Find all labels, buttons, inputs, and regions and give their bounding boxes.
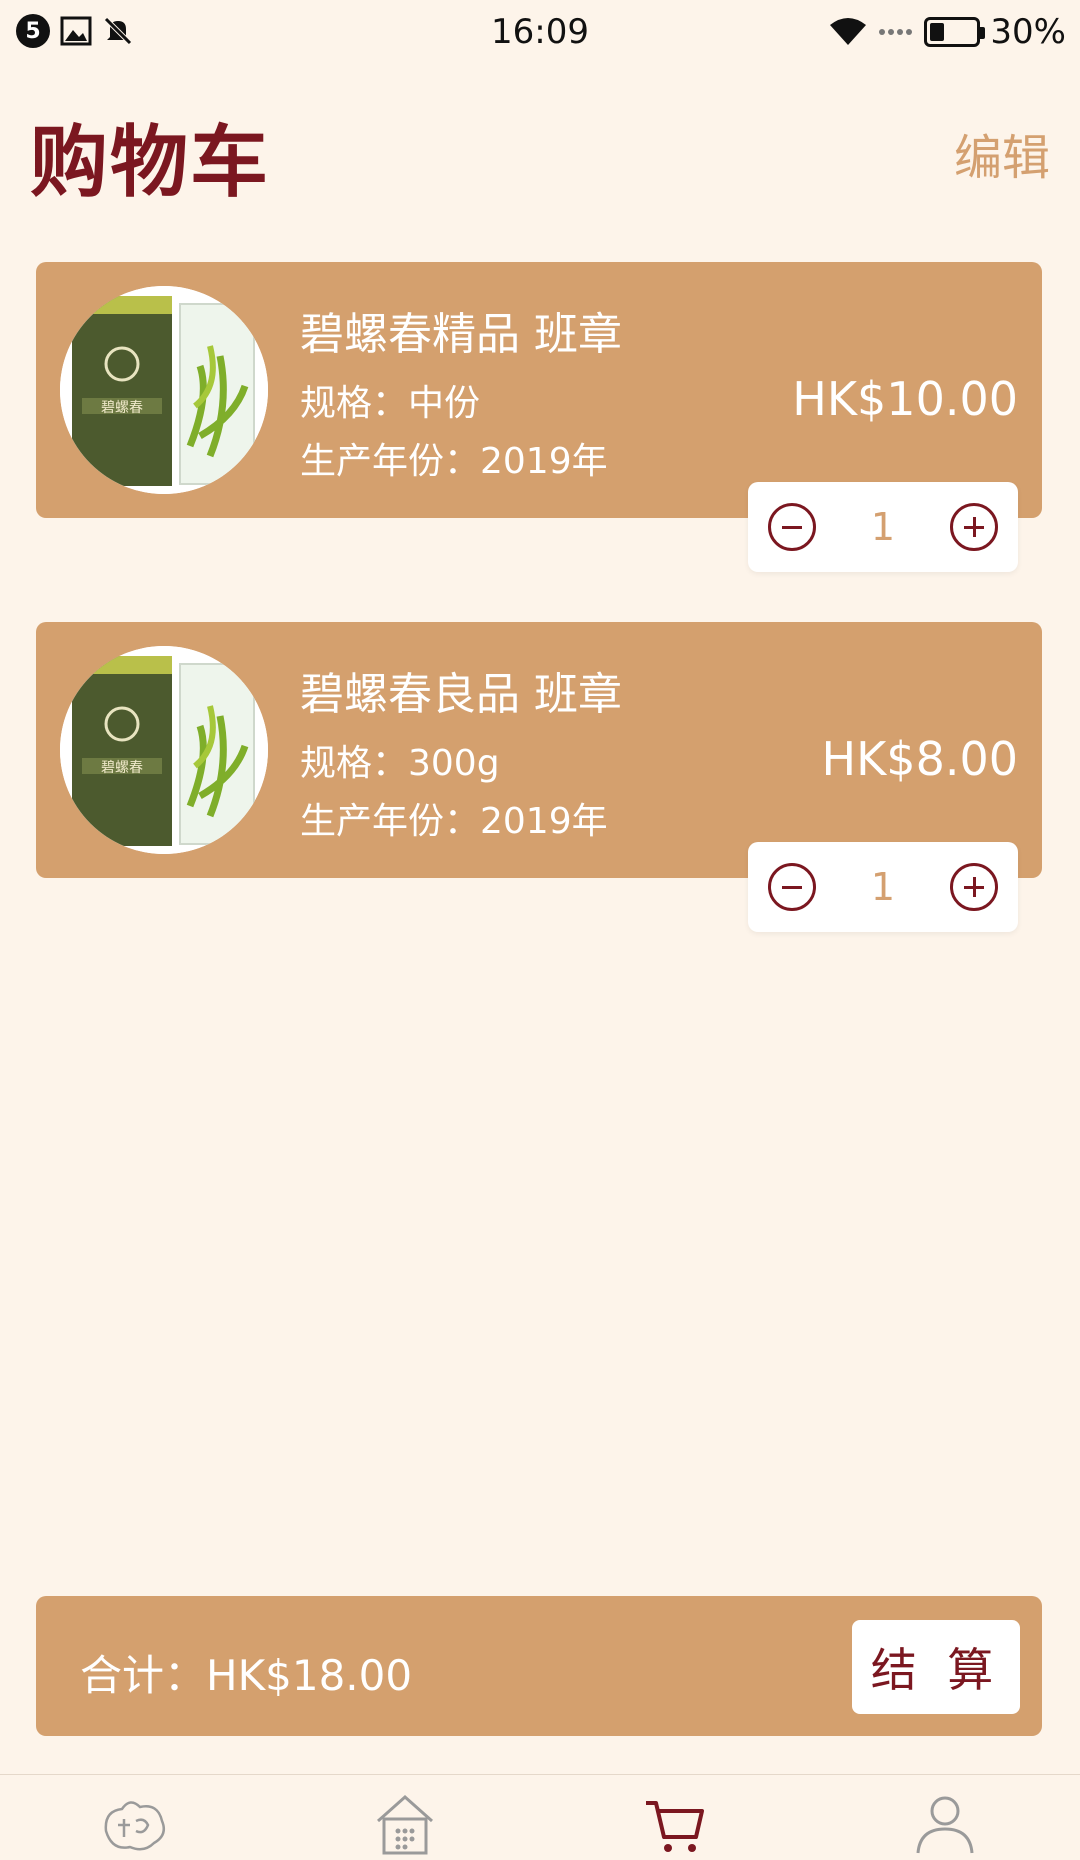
quantity-value: 1 [870,505,896,549]
bottom-nav [0,1774,1080,1860]
quantity-stepper: 1 [748,842,1018,932]
item-name: 碧螺春良品 班章 [300,669,622,720]
battery-percent: 30% [990,12,1066,52]
logo-icon [104,1801,165,1851]
checkout-button[interactable]: 结 算 [852,1620,1020,1714]
item-year: 生产年份：2019年 [300,441,608,482]
battery-icon [924,17,986,47]
home-icon [377,1794,433,1855]
nav-item-home[interactable] [360,1791,450,1857]
item-name: 碧螺春精品 班章 [300,309,622,360]
item-year: 生产年份：2019年 [300,801,608,842]
cart-icon [646,1801,704,1852]
item-spec: 规格：中份 [300,383,481,424]
tea-product-image[interactable]: 碧螺春 [60,646,268,854]
status-bar: 5 16:09 30% [0,0,1080,66]
cart-item[interactable]: 碧螺春 碧螺春精品 班章 规格：中份 生产年份：2019年 HK$10.00 1 [36,262,1042,572]
total-bar: 合计：HK$18.00 结 算 [36,1596,1042,1736]
total-amount: 合计：HK$18.00 [80,1651,413,1700]
quantity-stepper: 1 [748,482,1018,572]
item-price: HK$10.00 [792,372,1018,426]
minus-icon[interactable] [768,503,816,551]
quantity-value: 1 [870,865,896,909]
signal-dots-icon [879,29,913,35]
tea-product-image[interactable]: 碧螺春 [60,286,268,494]
svg-text:碧螺春: 碧螺春 [101,760,143,776]
page-title: 购物车 [30,118,271,208]
cart-item[interactable]: 碧螺春 碧螺春良品 班章 规格：300g 生产年份：2019年 HK$8.00 … [36,622,1042,932]
status-right-icons: 30% [828,12,1066,52]
svg-text:碧螺春: 碧螺春 [101,400,143,416]
nav-item-cart[interactable] [630,1791,720,1857]
minus-icon[interactable] [768,863,816,911]
profile-icon [916,1796,974,1854]
item-spec: 规格：300g [300,743,500,784]
edit-button[interactable]: 编辑 [954,118,1050,188]
nav-item-logo[interactable] [90,1791,180,1857]
plus-icon[interactable] [950,863,998,911]
nav-item-profile[interactable] [900,1791,990,1857]
item-price: HK$8.00 [821,732,1018,786]
wifi-icon [830,18,867,45]
battery-fill [930,23,944,41]
plus-icon[interactable] [950,503,998,551]
